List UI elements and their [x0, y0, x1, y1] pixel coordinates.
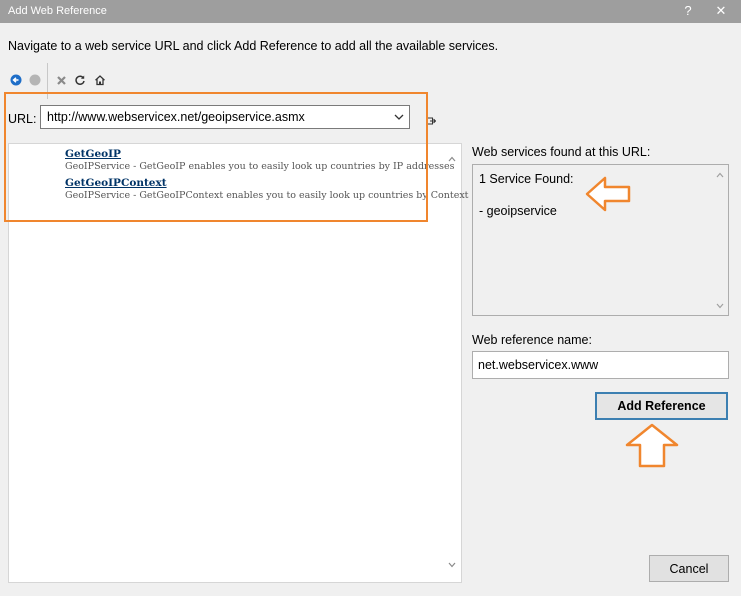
title-bar: Add Web Reference ? ✕	[0, 0, 741, 23]
instruction-text: Navigate to a web service URL and click …	[8, 39, 499, 53]
operation-link[interactable]: GetGeoIPContext	[65, 177, 469, 189]
cancel-button[interactable]: Cancel	[649, 555, 729, 582]
scroll-up-icon[interactable]	[716, 172, 724, 178]
help-button[interactable]: ?	[681, 3, 695, 18]
operation-description: GeoIPService - GetGeoIPContext enables y…	[65, 190, 469, 201]
web-reference-name-input[interactable]	[472, 351, 729, 379]
operation-link[interactable]: GetGeoIP	[65, 148, 454, 160]
window-title: Add Web Reference	[8, 5, 107, 17]
scroll-up-icon[interactable]	[448, 156, 456, 162]
service-count: 1 Service Found:	[479, 172, 574, 186]
operation-item: GetGeoIP GeoIPService - GetGeoIP enables…	[65, 148, 454, 172]
services-found-label: Web services found at this URL:	[472, 145, 651, 159]
operation-item: GetGeoIPContext GeoIPService - GetGeoIPC…	[65, 177, 469, 201]
arrow-left-annotation-icon	[585, 176, 631, 212]
scroll-down-icon[interactable]	[716, 303, 724, 309]
forward-icon[interactable]	[27, 71, 43, 89]
url-value[interactable]: http://www.webservicex.net/geoipservice.…	[47, 110, 305, 124]
add-reference-button[interactable]: Add Reference	[595, 392, 728, 420]
web-reference-name-label: Web reference name:	[472, 333, 592, 347]
go-icon[interactable]	[426, 117, 436, 125]
refresh-icon[interactable]	[72, 71, 88, 89]
service-item: - geoipservice	[479, 204, 557, 218]
scroll-down-icon[interactable]	[448, 562, 456, 568]
close-button[interactable]: ✕	[713, 3, 729, 19]
chevron-down-icon[interactable]	[393, 111, 405, 123]
operation-description: GeoIPService - GetGeoIP enables you to e…	[65, 161, 455, 172]
url-label: URL:	[8, 112, 37, 126]
stop-icon[interactable]	[53, 71, 69, 89]
toolbar-separator	[47, 63, 48, 99]
url-combobox[interactable]: http://www.webservicex.net/geoipservice.…	[40, 105, 410, 129]
back-icon[interactable]	[8, 71, 24, 89]
web-browser-pane[interactable]: GetGeoIP GeoIPService - GetGeoIP enables…	[8, 143, 469, 583]
browser-toolbar	[8, 63, 118, 99]
home-icon[interactable]	[92, 71, 108, 89]
arrow-up-annotation-icon	[625, 423, 679, 468]
